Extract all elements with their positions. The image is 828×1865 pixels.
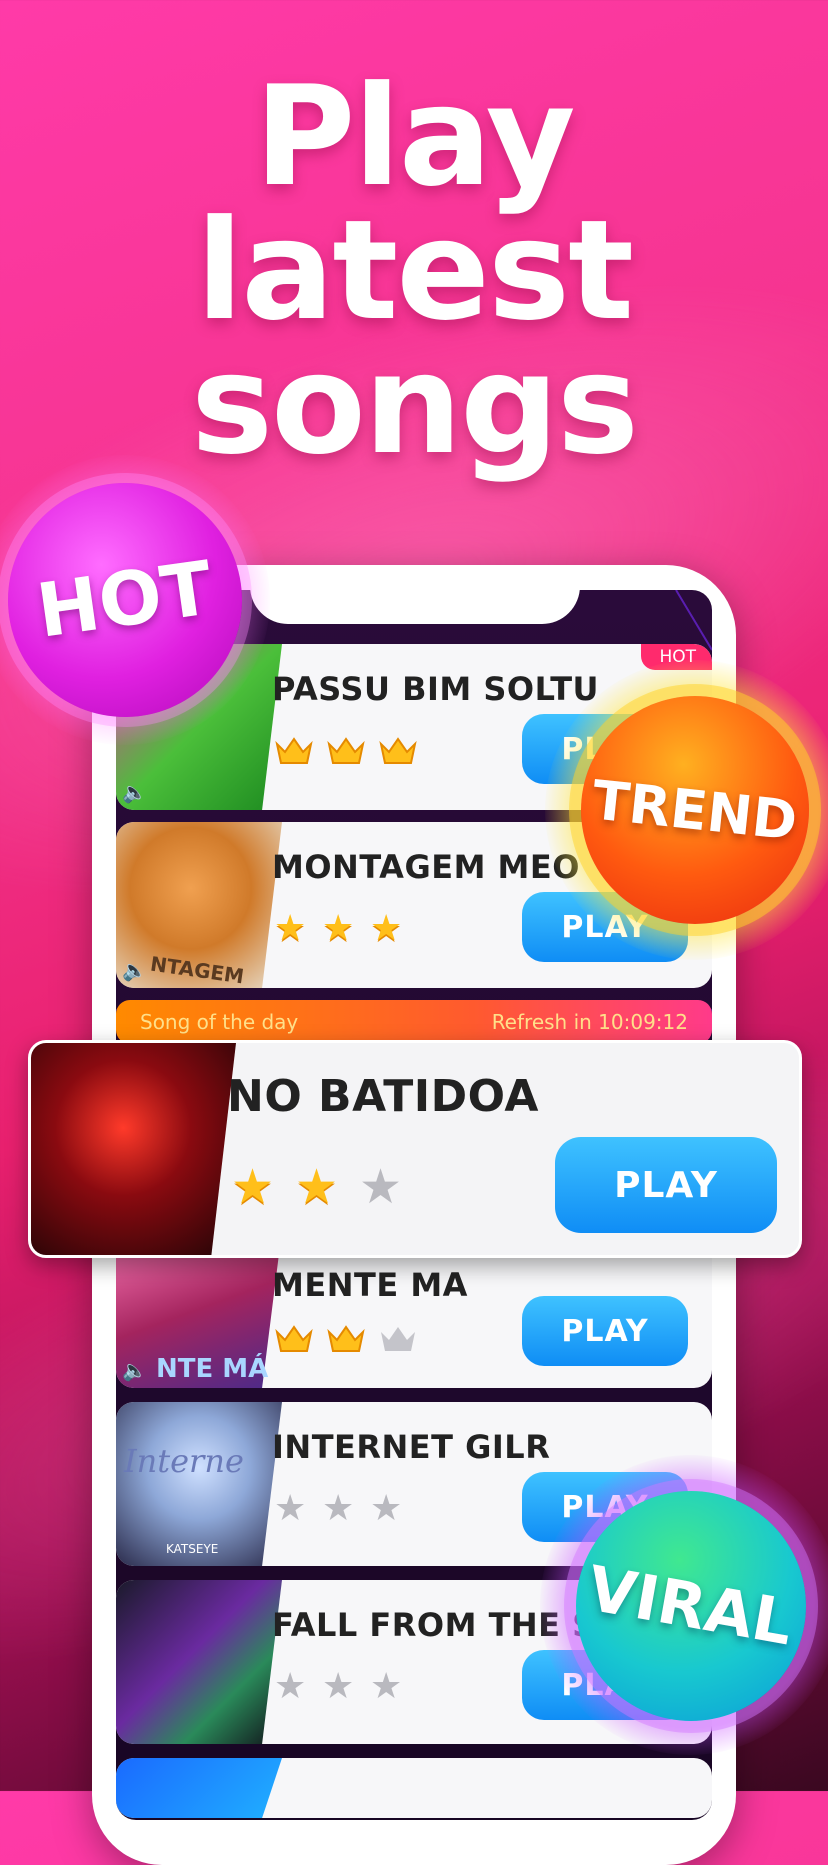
song-title: MENTE MA [272, 1266, 468, 1304]
artwork-caption: NTE MÁ [156, 1354, 269, 1384]
featured-rating: ★ ★ ★ [231, 1159, 405, 1215]
featured-song-title: NO BATIDOA [227, 1071, 539, 1122]
song-of-the-day-bar: Song of the day Refresh in 10:09:12 [116, 1000, 712, 1044]
headline-line-1: Play [254, 56, 575, 217]
rating: ★ ★ ★ [274, 1666, 406, 1707]
rating: ★ ★ ★ [274, 908, 406, 949]
phone-notch [250, 572, 580, 624]
song-title: PASSU BIM SOLTU [272, 670, 599, 708]
star-icon: ★ [359, 1159, 403, 1215]
rating: ★ ★ ★ [274, 1488, 406, 1529]
star-icon: ★ [295, 1159, 339, 1215]
rating [274, 734, 418, 766]
star-icon: ★ [322, 1666, 355, 1707]
star-icon: ★ [274, 1488, 307, 1529]
crown-icon [379, 737, 417, 764]
viral-badge: VIRAL [540, 1455, 828, 1755]
song-title: INTERNET GILR [272, 1428, 551, 1466]
headline-line-3: songs [190, 324, 639, 485]
featured-song-artwork [31, 1043, 236, 1255]
star-icon: ★ [322, 1488, 355, 1529]
featured-play-button[interactable]: PLAY [555, 1137, 777, 1233]
play-button[interactable]: PLAY [522, 1296, 688, 1366]
star-icon: ★ [322, 908, 355, 949]
sound-icon[interactable]: 🔈 [122, 780, 152, 804]
crown-icon [327, 737, 365, 764]
artwork-caption: KATSEYE [166, 1542, 219, 1556]
crown-icon [275, 1325, 313, 1352]
headline: Play latest songs [0, 56, 828, 485]
star-icon: ★ [274, 908, 307, 949]
crown-icon [381, 1327, 415, 1351]
song-artwork [116, 1758, 282, 1818]
star-icon: ★ [274, 1666, 307, 1707]
rating [274, 1322, 418, 1354]
star-icon: ★ [370, 1666, 403, 1707]
sound-icon[interactable]: 🔈 [122, 1358, 152, 1382]
crown-icon [275, 737, 313, 764]
crown-icon [327, 1325, 365, 1352]
refresh-timer: Refresh in 10:09:12 [491, 1010, 688, 1034]
song-title: MONTAGEM MEO [272, 848, 580, 886]
sound-icon[interactable]: 🔈 [122, 958, 152, 982]
song-artwork [116, 1580, 282, 1744]
featured-song-card[interactable]: NO BATIDOA ★ ★ ★ PLAY [28, 1040, 802, 1258]
song-of-the-day-label: Song of the day [140, 1010, 299, 1034]
trend-badge: TREND [545, 660, 828, 960]
star-icon: ★ [231, 1159, 275, 1215]
artwork-caption: Interne [124, 1442, 244, 1480]
headline-line-2: latest [195, 190, 634, 351]
star-icon: ★ [370, 908, 403, 949]
star-icon: ★ [370, 1488, 403, 1529]
song-card[interactable] [116, 1758, 712, 1818]
